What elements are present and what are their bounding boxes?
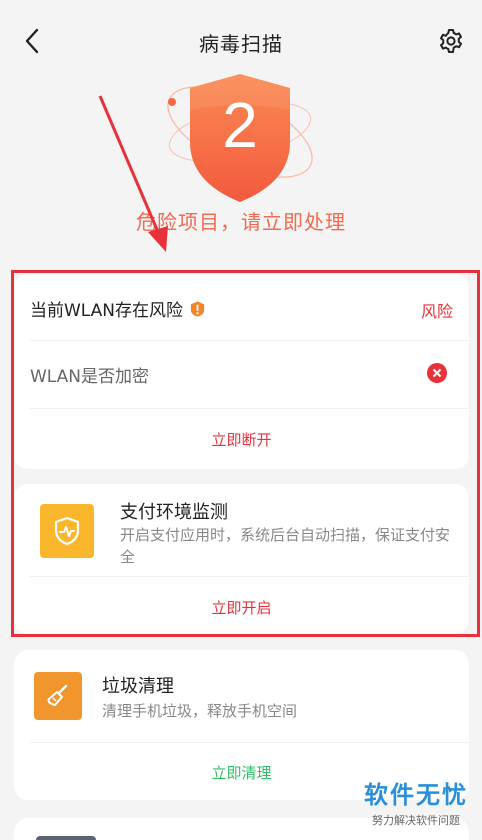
highlight-frame: [11, 270, 480, 637]
gear-icon: [440, 29, 462, 53]
divider: [30, 742, 469, 743]
watermark-logo: 软件无忧 努力解决软件问题: [364, 775, 468, 828]
junk-clean-feature-icon: [34, 672, 82, 720]
broom-icon: [47, 684, 68, 706]
danger-shield-badge: 2: [130, 70, 350, 210]
settings-button[interactable]: [436, 26, 466, 56]
next-card-icon: [36, 836, 96, 840]
danger-count: 2: [222, 89, 258, 161]
junk-clean-description: 清理手机垃圾，释放手机空间: [102, 702, 298, 720]
danger-message: 危险项目，请立即处理: [136, 210, 346, 234]
watermark-sub-text: 努力解决软件问题: [372, 814, 460, 827]
page-title: 病毒扫描: [199, 32, 283, 56]
watermark-main-text: 软件无忧: [364, 781, 468, 809]
junk-clean-title: 垃圾清理: [102, 676, 174, 697]
